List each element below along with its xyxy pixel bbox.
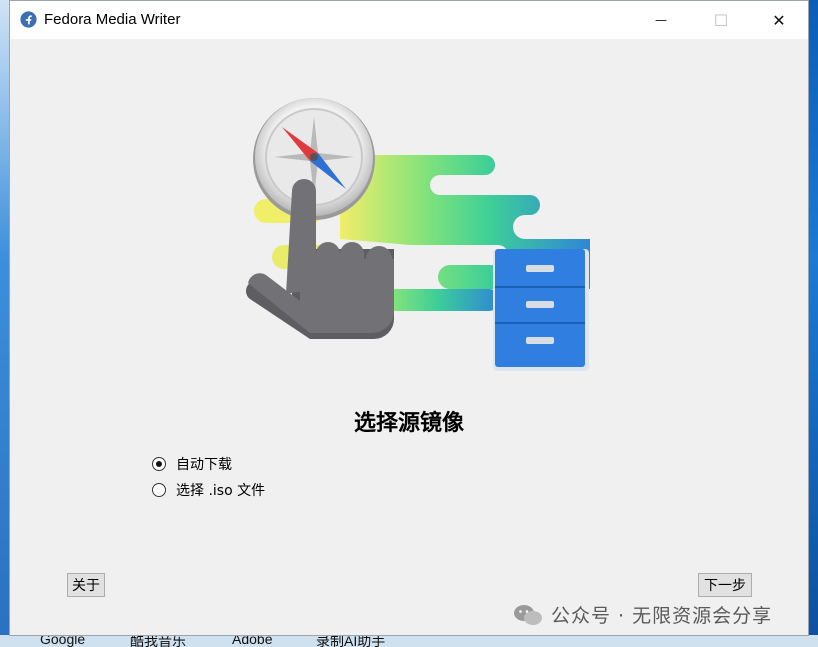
option-select-iso-label: 选择 .iso 文件	[176, 483, 266, 499]
taskbar-strip: Google 酷我音乐 Adobe 录制AI助手	[0, 635, 818, 647]
option-auto-download-label: 自动下载	[176, 457, 232, 473]
taskbar-item-adobe[interactable]: Adobe	[232, 635, 272, 647]
next-button[interactable]: 下一步	[698, 573, 752, 597]
radio-select-iso[interactable]	[152, 483, 166, 497]
title-bar[interactable]: Fedora Media Writer — ☐ ✕	[10, 1, 808, 39]
taskbar-item-google[interactable]: Google	[40, 635, 85, 647]
close-button[interactable]: ✕	[756, 1, 802, 39]
taskbar-item-kuwo[interactable]: 酷我音乐	[130, 635, 186, 647]
file-cabinet-icon	[493, 249, 589, 371]
close-icon: ✕	[772, 10, 786, 30]
maximize-button[interactable]: ☐	[698, 1, 744, 39]
watermark: 公众号 · 无限资源会分享	[513, 601, 772, 628]
page-title: 选择源镜像	[353, 411, 464, 436]
radio-auto-download[interactable]	[152, 457, 166, 471]
watermark-text: 公众号 · 无限资源会分享	[551, 605, 773, 627]
fedora-icon	[20, 11, 37, 28]
hand-compass-cabinet-illustration	[246, 98, 590, 371]
option-select-iso[interactable]: 选择 .iso 文件	[152, 480, 265, 500]
window-title: Fedora Media Writer	[44, 11, 181, 28]
minimize-button[interactable]: —	[638, 1, 684, 39]
app-window: Fedora Media Writer — ☐ ✕ 选择源镜像 自动下载 选择 …	[9, 0, 809, 636]
wechat-icon	[514, 604, 542, 625]
option-auto-download[interactable]: 自动下载	[152, 454, 232, 474]
taskbar-item-recorder[interactable]: 录制AI助手	[316, 635, 385, 647]
maximize-icon: ☐	[713, 10, 729, 30]
about-button[interactable]: 关于	[67, 573, 105, 597]
minimize-icon: —	[655, 13, 667, 27]
